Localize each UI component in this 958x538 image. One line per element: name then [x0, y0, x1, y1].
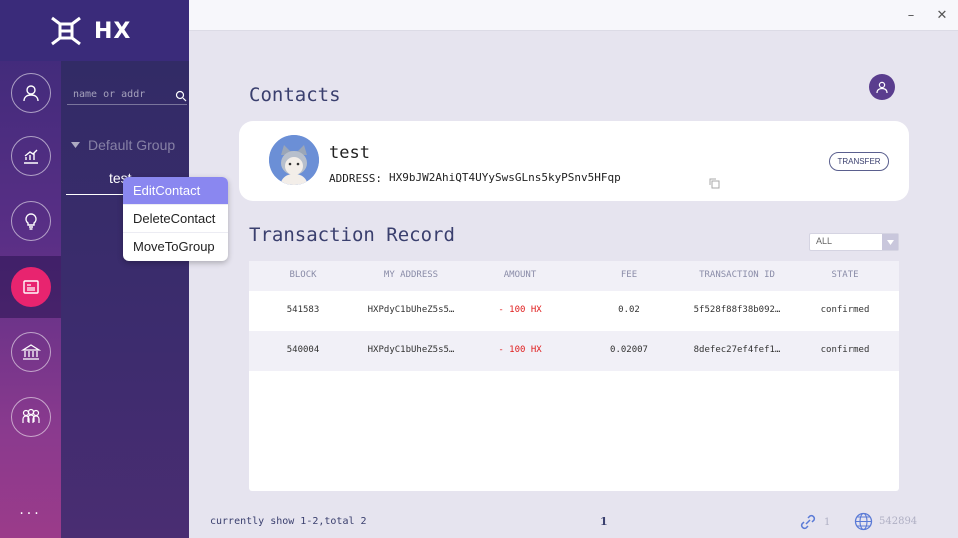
filter-value: ALL	[816, 236, 833, 246]
cell-amount: - 100 HX	[498, 345, 542, 355]
contacts-icon	[10, 267, 51, 307]
pagination-summary: currently show 1-2,total 2	[210, 516, 367, 527]
search-icon[interactable]	[175, 87, 187, 106]
nav-item-community[interactable]	[0, 386, 61, 448]
menu-move-to-group[interactable]: MoveToGroup	[123, 233, 228, 261]
avatar	[269, 135, 319, 185]
contact-card: test ADDRESS: HX9bJW2AhiQT4UYySwsGLns5ky…	[239, 121, 909, 201]
menu-delete-contact[interactable]: DeleteContact	[123, 205, 228, 233]
chart-icon	[10, 136, 51, 176]
cell-txid: 5f528f88f38b092…	[693, 305, 781, 315]
close-button[interactable]: ✕	[933, 6, 951, 24]
column-header: BLOCK	[289, 270, 317, 280]
cell-amount: - 100 HX	[498, 305, 542, 315]
more-menu[interactable]: ···	[0, 506, 61, 522]
cell-address: HXPdyC1bUheZ5s5…	[367, 305, 455, 315]
user-icon	[876, 81, 888, 94]
minimize-button[interactable]: –	[902, 6, 920, 24]
contacts-panel: Default Group test	[61, 61, 189, 538]
main-nav: ···	[0, 0, 61, 538]
column-header: AMOUNT	[503, 270, 537, 280]
nav-item-ideas[interactable]	[0, 190, 61, 252]
connection-status: 1	[798, 512, 830, 532]
address-label: ADDRESS:	[329, 172, 382, 185]
nav-item-market[interactable]	[0, 125, 61, 187]
logo: HX	[48, 14, 131, 48]
cell-block: 541583	[286, 305, 320, 315]
table-row[interactable]: 540004 HXPdyC1bUheZ5s5… - 100 HX 0.02007…	[249, 331, 899, 371]
globe-icon	[854, 512, 873, 531]
cell-state: confirmed	[820, 345, 870, 355]
user-icon	[10, 73, 51, 113]
cell-fee: 0.02007	[610, 345, 648, 355]
connection-count: 1	[824, 516, 831, 528]
transaction-table: BLOCK MY ADDRESS AMOUNT FEE TRANSACTION …	[249, 261, 899, 491]
cell-address: HXPdyC1bUheZ5s5…	[367, 345, 455, 355]
cell-state: confirmed	[820, 305, 870, 315]
page-title: Contacts	[249, 84, 341, 106]
contact-address: HX9bJW2AhiQT4UYySwsGLns5kyPSnv5HFqp	[389, 171, 621, 184]
group-label: Default Group	[88, 137, 176, 153]
column-header: STATE	[831, 270, 859, 280]
transaction-title: Transaction Record	[249, 224, 455, 246]
logo-text: HX	[94, 18, 132, 44]
cell-block: 540004	[286, 345, 320, 355]
logo-bar: HX	[0, 0, 189, 61]
caret-down-icon	[71, 142, 80, 148]
column-header: MY ADDRESS	[383, 270, 439, 280]
column-header: TRANSACTION ID	[699, 270, 775, 280]
bank-icon	[10, 332, 51, 372]
column-header: FEE	[620, 270, 638, 280]
search-input[interactable]	[67, 85, 167, 103]
contact-context-menu: EditContact DeleteContact MoveToGroup	[123, 177, 228, 261]
hx-logo-icon	[51, 16, 81, 46]
transfer-button[interactable]: TRANSFER	[829, 152, 889, 171]
nav-item-account[interactable]	[0, 62, 61, 124]
table-row[interactable]: 541583 HXPdyC1bUheZ5s5… - 100 HX 0.02 5f…	[249, 291, 899, 331]
transaction-filter-select[interactable]: ALL	[809, 233, 899, 251]
network-status: 542894	[854, 512, 917, 531]
nav-item-contacts[interactable]	[0, 256, 61, 318]
chevron-down-icon	[882, 234, 898, 250]
account-button[interactable]	[869, 74, 895, 100]
people-icon	[10, 397, 51, 437]
bulb-icon	[10, 201, 51, 241]
menu-edit-contact[interactable]: EditContact	[123, 177, 228, 205]
cell-txid: 8defec27ef4fef1…	[693, 345, 781, 355]
nav-item-bank[interactable]	[0, 321, 61, 383]
table-header: BLOCK MY ADDRESS AMOUNT FEE TRANSACTION …	[249, 261, 899, 291]
copy-icon[interactable]	[709, 174, 720, 193]
link-icon	[800, 514, 816, 530]
title-bar: – ✕	[189, 0, 958, 31]
contact-search	[67, 83, 187, 105]
group-default[interactable]: Default Group	[71, 137, 175, 153]
contact-name: test	[329, 143, 370, 163]
page-number[interactable]: 1	[600, 515, 608, 528]
block-height: 542894	[879, 516, 918, 527]
cell-fee: 0.02	[618, 305, 640, 315]
